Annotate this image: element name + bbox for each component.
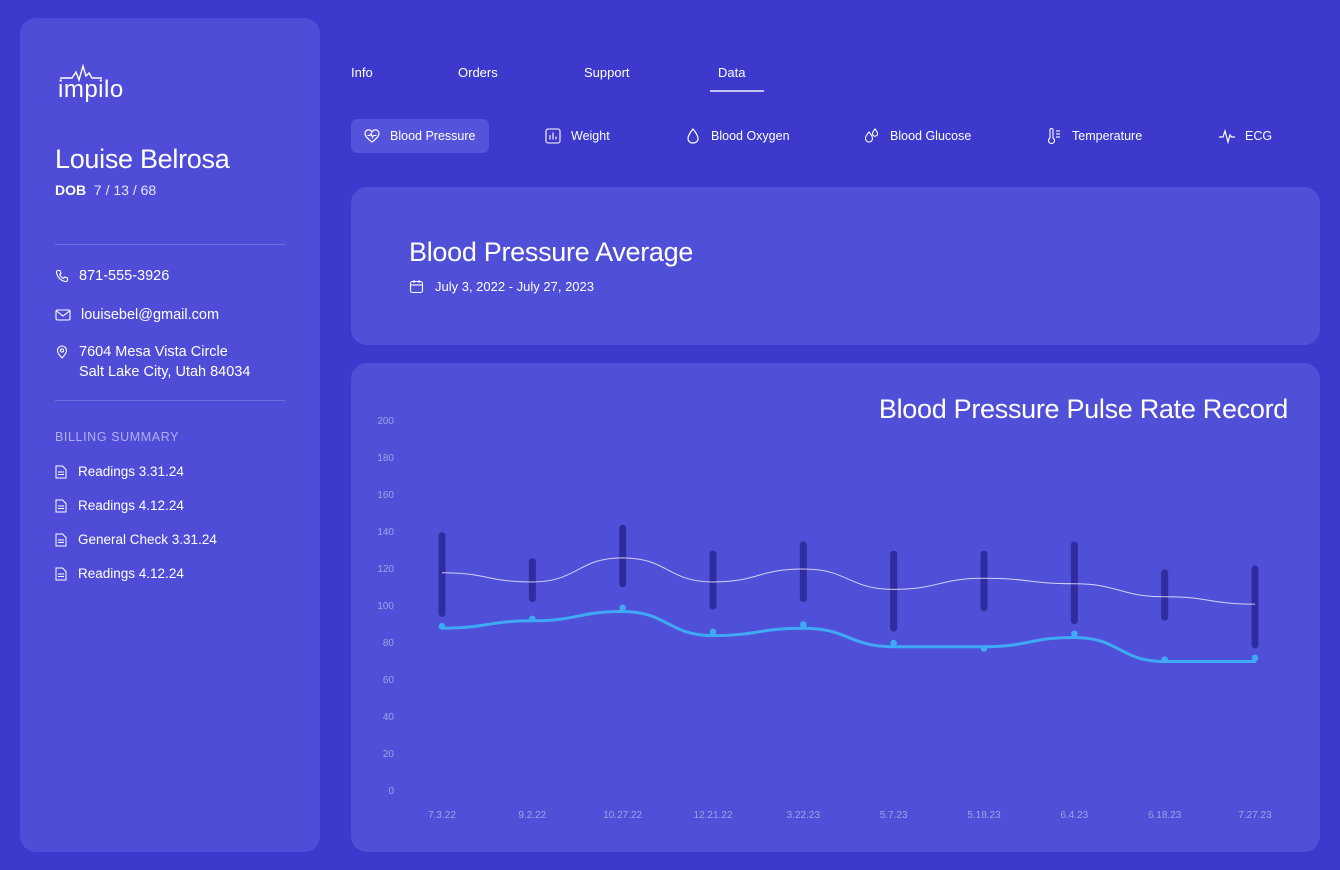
phone-icon <box>55 269 69 283</box>
tab-info[interactable]: Info <box>351 65 373 80</box>
y-tick-label: 180 <box>377 453 394 464</box>
x-tick-label: 3.22.23 <box>787 810 821 821</box>
metric-temperature[interactable]: Temperature <box>1045 119 1142 153</box>
impilo-logo[interactable]: impilo <box>58 62 148 103</box>
y-tick-label: 60 <box>383 675 395 686</box>
metric-ecg[interactable]: ECG <box>1218 119 1272 153</box>
heart-pulse-icon <box>364 129 380 143</box>
metric-label: ECG <box>1245 129 1273 143</box>
billing-item[interactable]: General Check 3.31.24 <box>55 532 217 547</box>
document-icon <box>55 499 67 512</box>
contact-phone[interactable]: 871-555-3926 <box>55 266 169 286</box>
dob-label: DOB <box>55 182 87 198</box>
metric-label: Blood Glucose <box>890 129 972 143</box>
sidebar-divider <box>55 244 285 245</box>
metric-blood-glucose[interactable]: Blood Glucose <box>863 119 971 153</box>
address-line2: Salt Lake City, Utah 84034 <box>79 364 251 380</box>
droplet-icon <box>687 128 699 144</box>
contact-email[interactable]: louisebel@gmail.com <box>55 305 219 325</box>
pulse-point <box>438 623 446 630</box>
pulse-point <box>1161 656 1168 663</box>
average-line <box>441 557 1256 605</box>
tab-support[interactable]: Support <box>584 65 630 80</box>
x-tick-label: 6.4.23 <box>1060 810 1088 821</box>
x-tick-label: 12.21.22 <box>694 810 733 821</box>
thermometer-icon <box>1047 127 1060 145</box>
pulse-point <box>619 604 626 612</box>
tab-data[interactable]: Data <box>718 65 745 80</box>
x-tick-label: 5.7.23 <box>880 810 908 821</box>
tab-orders[interactable]: Orders <box>458 65 498 80</box>
x-tick-label: 7.27.23 <box>1238 810 1272 821</box>
metric-blood-pressure[interactable]: Blood Pressure <box>351 119 490 153</box>
pulse-line <box>440 610 1257 663</box>
billing-item-label: Readings 4.12.24 <box>78 566 184 581</box>
billing-item-label: General Check 3.31.24 <box>78 532 217 547</box>
y-tick-label: 100 <box>377 601 394 612</box>
droplets-icon <box>864 128 879 143</box>
x-tick-label: 6.18.23 <box>1148 810 1182 821</box>
ecg-icon <box>1219 128 1235 145</box>
address-block: 7604 Mesa Vista Circle Salt Lake City, U… <box>79 342 250 382</box>
pulse-rate-chart-card: Blood Pressure Pulse Rate Record 0 20 40 60… <box>351 363 1320 852</box>
pulse-point <box>1251 654 1259 662</box>
mail-icon <box>55 309 71 321</box>
y-tick-label: 140 <box>377 527 394 538</box>
document-icon <box>55 567 67 580</box>
address-line1: 7604 Mesa Vista Circle <box>79 344 228 360</box>
x-tick-label: 7.3.22 <box>428 810 456 821</box>
patient-dob: DOB 7 / 13 / 68 <box>55 182 156 198</box>
date-range-text: July 3, 2022 - July 27, 2023 <box>435 279 594 294</box>
y-tick-label: 200 <box>377 416 394 427</box>
metric-label: Temperature <box>1072 129 1143 143</box>
billing-item-label: Readings 3.31.24 <box>78 464 184 479</box>
pulse-point <box>709 628 717 636</box>
pulse-rate-chart: 0 20 40 60 80 100 120 140 160 180 200 7.3.22 9.2.22 1… <box>377 416 1272 821</box>
pulse-point <box>890 639 897 647</box>
billing-item[interactable]: Readings 3.31.24 <box>55 464 184 479</box>
phone-text: 871-555-3926 <box>79 268 170 284</box>
x-tick-label: 5.18.23 <box>967 810 1001 821</box>
x-tick-label: 9.2.22 <box>518 810 546 821</box>
y-tick-label: 40 <box>383 712 395 723</box>
pulse-point <box>980 645 988 652</box>
metric-label: Blood Oxygen <box>711 129 790 143</box>
metric-label: Blood Pressure <box>390 129 476 143</box>
y-tick-label: 80 <box>383 638 395 649</box>
logo-text: impilo <box>58 76 124 103</box>
metric-label: Weight <box>571 129 610 143</box>
pulse-point <box>529 615 536 623</box>
contact-address[interactable]: 7604 Mesa Vista Circle Salt Lake City, U… <box>55 342 250 382</box>
average-date-range[interactable]: July 3, 2022 - July 27, 2023 <box>409 279 594 294</box>
dob-value: 7 / 13 / 68 <box>93 182 157 198</box>
bar-chart-icon <box>545 128 561 144</box>
bp-average-card: Blood Pressure Average July 3, 2022 - Ju… <box>351 187 1320 345</box>
document-icon <box>55 465 67 478</box>
y-tick-label: 0 <box>388 786 394 797</box>
metric-weight[interactable]: Weight <box>544 119 610 153</box>
document-icon <box>55 533 67 546</box>
email-text: louisebel@gmail.com <box>81 307 220 323</box>
location-pin-icon <box>56 345 68 359</box>
billing-item[interactable]: Readings 4.12.24 <box>55 566 184 581</box>
y-tick-label: 160 <box>377 490 394 501</box>
metric-blood-oxygen[interactable]: Blood Oxygen <box>684 119 790 153</box>
active-tab-indicator <box>710 90 764 92</box>
patient-name: Louise Belrosa <box>55 144 230 174</box>
billing-item[interactable]: Readings 4.12.24 <box>55 498 184 513</box>
billing-item-label: Readings 4.12.24 <box>78 498 184 513</box>
billing-summary-title: BILLING SUMMARY <box>55 430 180 444</box>
patient-sidebar: impilo Louise Belrosa DOB 7 / 13 / 68 87… <box>20 18 320 852</box>
calendar-icon <box>409 280 424 294</box>
sidebar-divider <box>55 400 285 401</box>
pulse-point <box>800 621 807 628</box>
pulse-point <box>1071 630 1078 638</box>
y-tick-label: 120 <box>377 564 394 575</box>
x-tick-label: 10.27.22 <box>603 810 642 821</box>
average-title: Blood Pressure Average <box>409 237 694 267</box>
y-tick-label: 20 <box>383 749 395 760</box>
